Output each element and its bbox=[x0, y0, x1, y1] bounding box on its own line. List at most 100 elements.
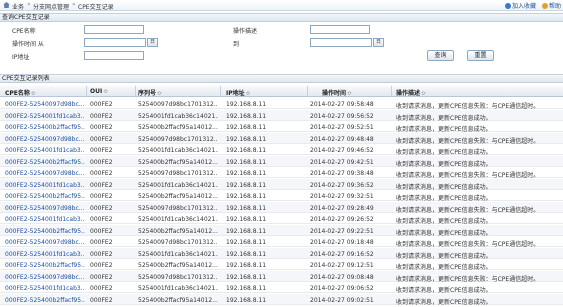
table-row[interactable]: 000FE2-525400b2ffacf95... 000FE2 525400b2f… bbox=[0, 190, 563, 202]
cell-cpe-name[interactable]: 000FE2-52540097d98bc... bbox=[5, 274, 85, 281]
breadcrumb-item-current: CPE交互记录 bbox=[78, 4, 114, 11]
breadcrumb-item-business[interactable]: 业务 bbox=[12, 2, 24, 11]
cell-oui: 000FE2 bbox=[90, 112, 113, 120]
cell-cpe-name[interactable]: 000FE2-52540097d98bc... bbox=[5, 136, 85, 143]
reset-button[interactable]: 重置 bbox=[467, 50, 494, 61]
sort-icon[interactable]: ≎ bbox=[31, 90, 36, 97]
cell-cpe-name[interactable]: 000FE2-525400b2ffacf95... bbox=[5, 159, 85, 166]
cell-ip: 192.168.8.11 bbox=[226, 147, 267, 154]
sort-icon[interactable]: ≎ bbox=[421, 90, 426, 97]
op-desc-input[interactable] bbox=[310, 25, 370, 34]
to-label: 到 bbox=[233, 41, 240, 48]
table-row[interactable]: 000FE2-52540097d98bc... 000FE2 52540097d98… bbox=[0, 270, 563, 283]
table-row[interactable]: 000FE2-525400b2ffacf95... 000FE2 525400b2f… bbox=[0, 224, 563, 237]
op-desc-label: 操作描述 bbox=[233, 28, 258, 35]
table-row[interactable]: 000FE2-525400b2ffacf95... 000FE2 525400b2f… bbox=[0, 121, 563, 133]
sort-icon[interactable]: ≎ bbox=[246, 90, 251, 97]
table-row[interactable]: 000FE2-5254001fd1cab3... 000FE2 5254001fd1… bbox=[0, 282, 563, 294]
column-divider bbox=[307, 86, 308, 97]
table-row[interactable]: 000FE2-5254001fd1cab3... 000FE2 5254001fd1… bbox=[0, 213, 563, 225]
table-row[interactable]: 000FE2-525400b2ffacf95... 000FE2 525400b2f… bbox=[0, 259, 563, 271]
table-row[interactable]: 000FE2-52540097d98bc... 000FE2 52540097d98… bbox=[0, 98, 563, 110]
op-time-from-input[interactable] bbox=[84, 38, 146, 47]
query-section-header: 查询CPE交互记录 bbox=[0, 13, 563, 22]
cell-ip: 192.168.8.11 bbox=[226, 158, 267, 166]
favorite-link[interactable]: 加入收藏 bbox=[512, 3, 536, 10]
table-row[interactable]: 000FE2-5254001fd1cab3... 000FE2 5254001fd1… bbox=[0, 178, 563, 191]
cell-cpe-name[interactable]: 000FE2-5254001fd1cab3... bbox=[5, 216, 85, 223]
breadcrumb-separator: » bbox=[27, 1, 31, 8]
list-section-header: CPE交互记录列表 bbox=[0, 74, 563, 83]
op-time-to-input[interactable] bbox=[310, 38, 372, 47]
column-header-ip[interactable]: IP地址≎ bbox=[226, 88, 251, 97]
cell-oui: 000FE2 bbox=[90, 124, 113, 131]
cell-ip: 192.168.8.11 bbox=[226, 273, 267, 281]
cell-cpe-name[interactable]: 000FE2-525400b2ffacf95... bbox=[5, 262, 85, 269]
cell-ip: 192.168.8.11 bbox=[226, 239, 267, 246]
cell-ip: 192.168.8.11 bbox=[226, 124, 267, 131]
breadcrumb-item-branch[interactable]: 分支网点管理 bbox=[33, 2, 69, 11]
cell-ip: 192.168.8.11 bbox=[226, 135, 267, 143]
cell-serial: 52540097d98bc1701312... bbox=[138, 273, 218, 281]
ip-input[interactable] bbox=[84, 51, 144, 60]
cell-cpe-name[interactable]: 000FE2-5254001fd1cab3... bbox=[5, 251, 85, 258]
cell-cpe-name[interactable]: 000FE2-525400b2ffacf95... bbox=[5, 124, 85, 131]
cell-cpe-name[interactable]: 000FE2-5254001fd1cab3... bbox=[5, 285, 85, 292]
cell-ip: 192.168.8.11 bbox=[226, 296, 267, 304]
table-row[interactable]: 000FE2-525400b2ffacf95... 000FE2 525400b2f… bbox=[0, 293, 563, 306]
cell-cpe-name[interactable]: 000FE2-5254001fd1cab3... bbox=[5, 182, 85, 189]
column-header-serial[interactable]: 序列号≎ bbox=[138, 88, 162, 97]
sort-icon[interactable]: ≎ bbox=[103, 88, 108, 95]
star-icon[interactable] bbox=[505, 3, 512, 9]
cell-cpe-name[interactable]: 000FE2-5254001fd1cab3... bbox=[5, 147, 85, 154]
table-row[interactable]: 000FE2-525400b2ffacf95... 000FE2 525400b2f… bbox=[0, 155, 563, 168]
cell-time: 2014-02-27 09:46:52 bbox=[310, 147, 374, 154]
table-row[interactable]: 000FE2-5254001fd1cab3... 000FE2 5254001fd1… bbox=[0, 109, 563, 122]
cell-oui: 000FE2 bbox=[90, 273, 113, 281]
cell-oui: 000FE2 bbox=[90, 170, 113, 177]
cell-cpe-name[interactable]: 000FE2-52540097d98bc... bbox=[5, 239, 85, 246]
cell-serial: 5254001fd1cab36c14021... bbox=[138, 216, 218, 223]
sort-icon[interactable]: ≎ bbox=[157, 90, 162, 97]
date-picker-to-button[interactable]: 日 bbox=[373, 38, 384, 47]
cell-serial: 5254001fd1cab36c14021... bbox=[138, 250, 218, 258]
cell-oui: 000FE2 bbox=[90, 250, 113, 258]
cell-serial: 525400b2ffacf95a14012... bbox=[138, 124, 218, 131]
column-header-desc[interactable]: 操作描述≎ bbox=[396, 88, 426, 97]
sort-icon[interactable]: ≎ bbox=[347, 90, 352, 97]
cell-cpe-name[interactable]: 000FE2-5254001fd1cab3... bbox=[5, 113, 85, 120]
cell-time: 2014-02-27 09:22:51 bbox=[310, 227, 374, 235]
cell-cpe-name[interactable]: 000FE2-52540097d98bc... bbox=[5, 170, 85, 177]
cell-time: 2014-02-27 09:16:52 bbox=[310, 250, 374, 258]
date-picker-from-button[interactable]: 日 bbox=[147, 38, 158, 47]
column-header-oui[interactable]: OUI≎ bbox=[90, 88, 108, 95]
column-header-time[interactable]: 操作时间≎ bbox=[322, 88, 352, 97]
search-button[interactable]: 查询 bbox=[427, 50, 454, 61]
breadcrumb-separator: » bbox=[72, 1, 76, 8]
help-icon[interactable] bbox=[541, 3, 548, 9]
home-icon[interactable] bbox=[3, 2, 10, 8]
table-row[interactable]: 000FE2-52540097d98bc... 000FE2 52540097d98… bbox=[0, 236, 563, 248]
cell-cpe-name[interactable]: 000FE2-52540097d98bc... bbox=[5, 101, 85, 108]
cell-serial: 525400b2ffacf95a14012... bbox=[138, 296, 218, 304]
table-row[interactable]: 000FE2-52540097d98bc... 000FE2 52540097d98… bbox=[0, 132, 563, 145]
cell-serial: 5254001fd1cab36c14021... bbox=[138, 147, 218, 154]
cell-cpe-name[interactable]: 000FE2-525400b2ffacf95... bbox=[5, 297, 85, 304]
cell-cpe-name[interactable]: 000FE2-525400b2ffacf95... bbox=[5, 228, 85, 235]
table-row[interactable]: 000FE2-52540097d98bc... 000FE2 52540097d98… bbox=[0, 167, 563, 179]
table-row[interactable]: 000FE2-52540097d98bc... 000FE2 52540097d98… bbox=[0, 201, 563, 214]
cell-cpe-name[interactable]: 000FE2-525400b2ffacf95... bbox=[5, 193, 85, 200]
table-row[interactable]: 000FE2-5254001fd1cab3... 000FE2 5254001fd1… bbox=[0, 247, 563, 260]
cell-serial: 525400b2ffacf95a14012... bbox=[138, 193, 218, 200]
cell-serial: 52540097d98bc1701312... bbox=[138, 101, 218, 108]
cell-time: 2014-02-27 09:38:48 bbox=[310, 170, 374, 177]
cpe-name-input[interactable] bbox=[84, 25, 144, 34]
cell-cpe-name[interactable]: 000FE2-52540097d98bc... bbox=[5, 205, 85, 212]
cell-ip: 192.168.8.11 bbox=[226, 250, 267, 258]
cell-ip: 192.168.8.11 bbox=[226, 227, 267, 235]
help-link[interactable]: 帮助 bbox=[549, 3, 561, 10]
table-row[interactable]: 000FE2-5254001fd1cab3... 000FE2 5254001fd1… bbox=[0, 144, 563, 156]
column-header-cpe-name[interactable]: CPE名称≎ bbox=[5, 88, 36, 97]
cell-time: 2014-02-27 09:06:52 bbox=[310, 285, 374, 292]
cell-oui: 000FE2 bbox=[90, 135, 113, 143]
